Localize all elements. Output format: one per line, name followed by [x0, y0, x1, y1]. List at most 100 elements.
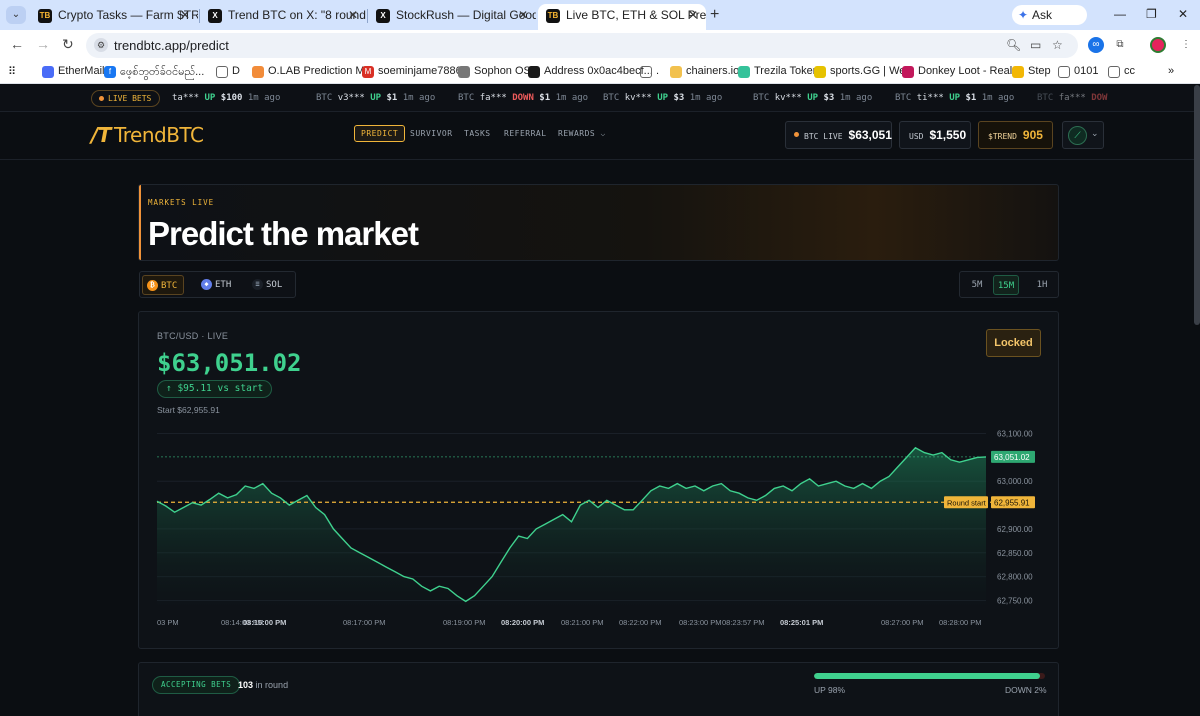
ticker-bet-item: BTC fa*** DOW: [1037, 93, 1107, 103]
profile-avatar[interactable]: [1150, 37, 1166, 53]
nav-survivor[interactable]: SURVIVOR: [410, 129, 453, 138]
address-bar[interactable]: ⚙ trendbtc.app/predict 🔍︎ ▭ ☆: [86, 33, 1078, 58]
reload-icon[interactable]: ↻: [62, 36, 74, 53]
browser-tab[interactable]: X Trend BTC on X: "8 rounds. One ✕: [200, 4, 366, 30]
site-header: /T TrendBTC PREDICT SURVIVOR TASKS REFERR…: [0, 112, 1200, 160]
coin-sol-button[interactable]: ≡ SOL: [248, 275, 288, 295]
btc-live-value: $63,051: [848, 128, 892, 142]
new-tab-icon[interactable]: +: [710, 6, 719, 24]
timeframe-1h-button[interactable]: 1H: [1029, 275, 1055, 295]
logo-text: TrendBTC: [113, 123, 204, 147]
account-menu-button[interactable]: ⟋ ⌄: [1062, 121, 1104, 149]
nav-referral[interactable]: REFERRAL: [504, 129, 547, 138]
bet-amount: $100: [220, 93, 248, 103]
nav-predict[interactable]: PREDICT: [354, 125, 406, 142]
bookmark-item[interactable]: O.LAB Prediction M...: [252, 65, 374, 78]
bookmark-item[interactable]: Msoeminjame78866: [362, 65, 468, 78]
y-tick-label: 62,750.00: [997, 596, 1033, 605]
bookmarks-overflow-icon[interactable]: »: [1168, 65, 1174, 77]
nav-tasks[interactable]: TASKS: [464, 129, 491, 138]
round-count-suffix: in round: [255, 680, 289, 690]
zoom-icon[interactable]: 🔍︎: [1006, 38, 1021, 52]
trendbtc-logo[interactable]: /T TrendBTC: [91, 123, 204, 147]
timeframe-5m-button[interactable]: 5M: [964, 275, 990, 295]
trend-label: $TREND: [988, 132, 1017, 141]
price-chart[interactable]: 63,100.00 63,000.00 62,900.00 62,850.00 62,8…: [139, 312, 1059, 649]
trend-balance-pill[interactable]: $TREND 905: [978, 121, 1053, 149]
round-start-tag-label: Round start: [947, 498, 987, 507]
x-favicon-icon: X: [376, 9, 390, 23]
url-text[interactable]: trendbtc.app/predict: [114, 38, 229, 53]
bet-coin: BTC: [753, 93, 775, 103]
bookmark-item[interactable]: Sophon OS: [458, 65, 531, 78]
bet-time: 1m ago: [247, 93, 281, 103]
hero-banner: MARKETS LIVE Predict the market: [138, 184, 1059, 261]
live-bets-ticker: LIVE BETS ta*** UP $100 1m ago BTC v3***…: [0, 85, 1200, 112]
bookmark-item[interactable]: Trezila Token: [738, 65, 819, 78]
ask-gemini-button[interactable]: ✦ Ask Gemini: [1012, 5, 1087, 42]
bookmark-item[interactable]: Address 0x0ac4becf...: [528, 65, 653, 78]
timeframe-15m-button[interactable]: 15M: [993, 275, 1019, 295]
apps-grid-icon[interactable]: ⠿: [8, 65, 16, 78]
ticker-bet-item: BTC ti*** UP $1 1m ago: [895, 93, 1014, 103]
bookmark-item[interactable]: chainers.io: [670, 65, 739, 78]
x-tick-label: 08:21:00 PM: [561, 618, 604, 627]
btc-live-price-pill: BTC LIVE $63,051: [785, 121, 892, 149]
bookmark-item[interactable]: .: [640, 65, 659, 78]
accepting-bets-badge: ACCEPTING BETS: [152, 676, 241, 694]
bet-time: 1m ago: [839, 93, 873, 103]
usd-balance-pill[interactable]: USD $1,550: [899, 121, 971, 149]
cast-icon[interactable]: ▭: [1030, 38, 1041, 52]
forward-icon[interactable]: →: [36, 36, 50, 52]
bookmark-item[interactable]: cc: [1108, 65, 1135, 78]
bet-direction: UP: [370, 93, 387, 103]
ticker-bet-item: BTC v3*** UP $1 1m ago: [316, 93, 435, 103]
tab-title: Crypto Tasks — Farm $TREND ·: [58, 8, 198, 22]
y-tick-label: 63,100.00: [997, 430, 1033, 439]
round-start-price-tag-label: 62,955.91: [994, 498, 1030, 507]
window-close-icon[interactable]: ✕: [1178, 7, 1188, 21]
bookmark-item[interactable]: EtherMail: [42, 65, 104, 78]
close-icon[interactable]: ✕: [688, 4, 698, 26]
olab-icon: [252, 66, 264, 78]
bookmark-item[interactable]: sports.GG | Web: [814, 65, 912, 78]
bookmark-item[interactable]: 0101: [1058, 65, 1098, 78]
page-scrollbar[interactable]: [1194, 85, 1200, 325]
tab-title: Trend BTC on X: "8 rounds. One: [228, 8, 366, 22]
coin-label: BTC: [161, 281, 178, 291]
coin-eth-button[interactable]: ◆ ETH: [197, 275, 237, 295]
back-icon[interactable]: ←: [10, 36, 24, 52]
live-dot-icon: [794, 132, 799, 138]
bookmark-item[interactable]: Step: [1012, 65, 1051, 78]
close-icon[interactable]: ✕: [348, 4, 358, 26]
bookmark-label: soeminjame78866: [378, 65, 468, 77]
nav-rewards[interactable]: REWARDS ⌵: [558, 129, 606, 138]
bookmark-label: Step: [1028, 65, 1051, 77]
x-tick-label: 08:23:57 PM: [722, 618, 765, 627]
tab-title: Live BTC, ETH & SOL Prediction: [566, 8, 706, 22]
bookmark-label: O.LAB Prediction M...: [268, 65, 374, 77]
minimize-icon[interactable]: —: [1114, 7, 1126, 21]
browser-tab[interactable]: X StockRush — Digital Goods Ma ✕: [368, 4, 536, 30]
folder-icon: [1108, 66, 1120, 78]
site-info-icon[interactable]: ⚙: [94, 38, 108, 52]
x-tick-label: 08:15:00 PM: [243, 618, 286, 627]
bookmark-item[interactable]: D: [216, 65, 240, 78]
extensions-puzzle-icon[interactable]: ⧉: [1112, 37, 1128, 53]
browser-tab-active[interactable]: TB Live BTC, ETH & SOL Prediction ✕: [538, 4, 706, 30]
live-dot-icon: [99, 96, 104, 101]
close-icon[interactable]: ✕: [180, 4, 190, 26]
y-tick-label: 62,800.00: [997, 573, 1033, 582]
browser-tab[interactable]: TB Crypto Tasks — Farm $TREND · ✕: [30, 4, 198, 30]
restore-icon[interactable]: ❐: [1146, 7, 1157, 21]
bookmark-item[interactable]: f ဖေ့စ်ဘွတ်ခ်ဝင်မည်...: [104, 65, 204, 81]
y-tick-label: 63,000.00: [997, 477, 1033, 486]
extension-icon[interactable]: ∞: [1088, 37, 1104, 53]
bet-time: 1m ago: [981, 93, 1015, 103]
more-menu-icon[interactable]: ⋮: [1178, 37, 1194, 53]
close-icon[interactable]: ✕: [518, 4, 528, 26]
coin-btc-button[interactable]: ₿ BTC: [142, 275, 185, 295]
bookmark-star-icon[interactable]: ☆: [1052, 38, 1063, 52]
tab-search-icon[interactable]: ⌄: [6, 6, 26, 24]
bookmark-item[interactable]: Donkey Loot - Real...: [902, 65, 1021, 78]
